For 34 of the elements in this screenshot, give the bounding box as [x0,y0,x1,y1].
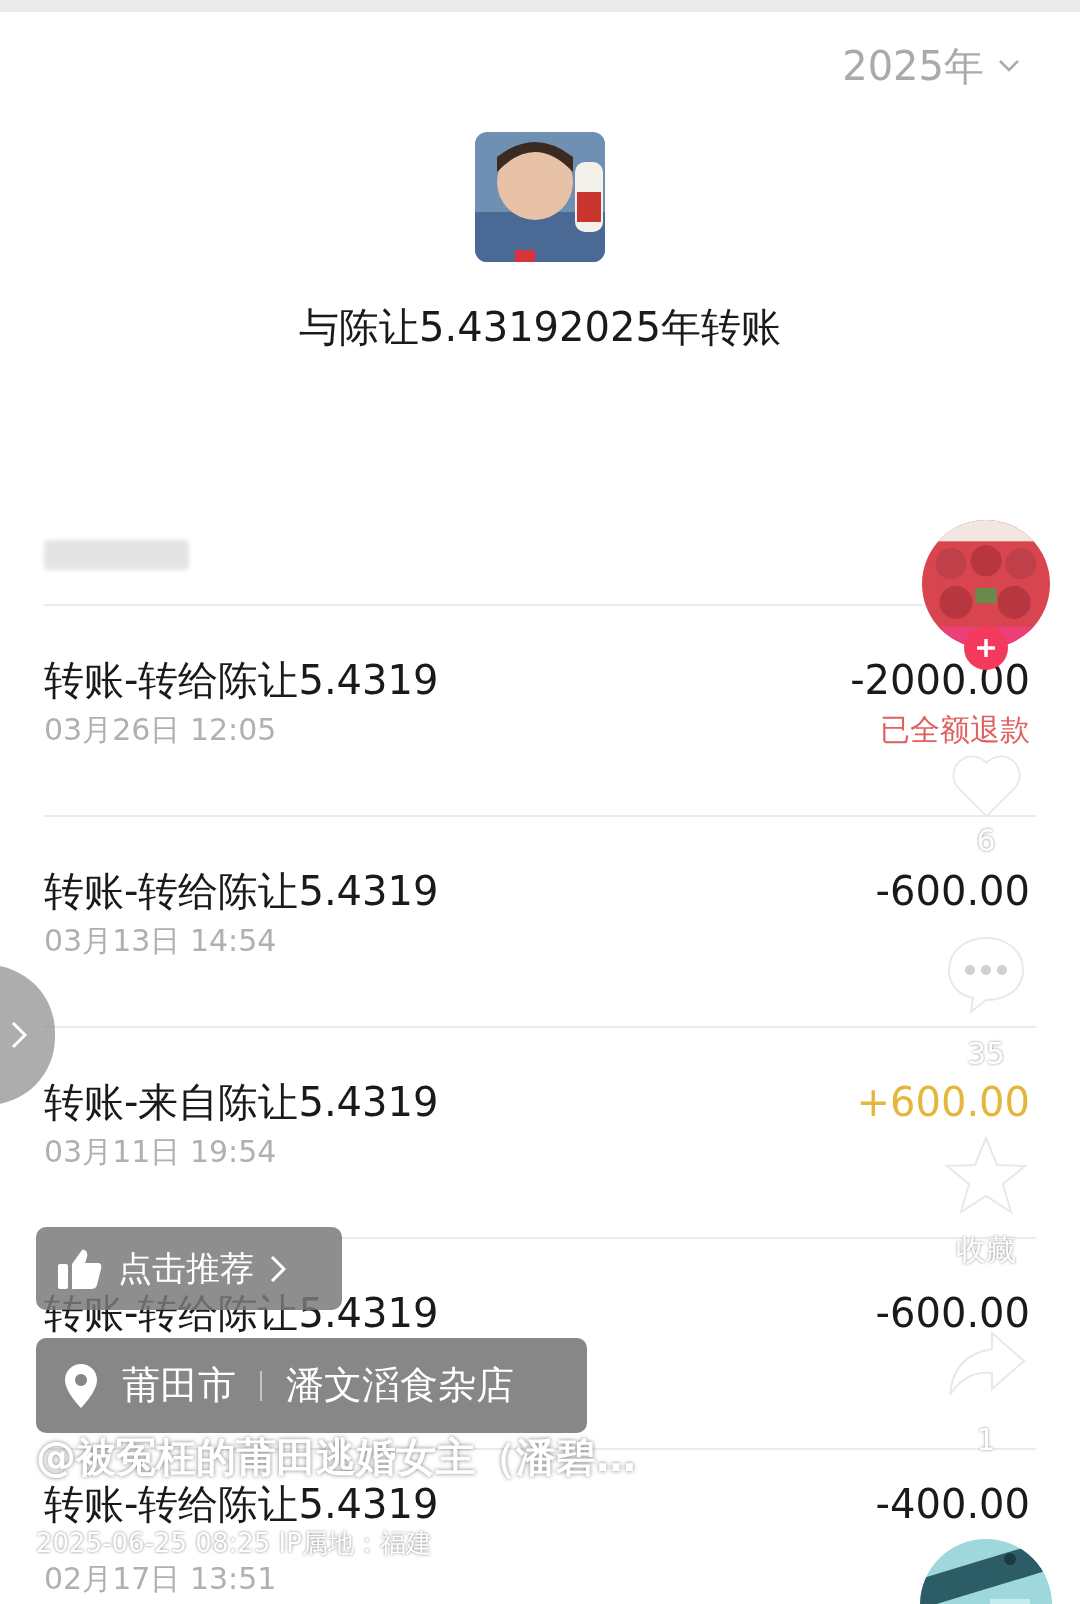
transaction-title: 转账-转给陈让5.4319 [44,1484,439,1524]
comment-count: 35 [966,1037,1006,1071]
post-timestamp: 2025-06-25 08:25 IP属地：福建 [36,1528,432,1558]
page-title: 与陈让5.43192025年转账 [299,303,781,352]
location-tag[interactable]: 莆田市 潘文滔食杂店 [36,1338,587,1433]
location-place: 潘文滔食杂店 [286,1362,514,1409]
transaction-title: 转账-转给陈让5.4319 [44,656,439,704]
author-name: @被冤枉的莆田逃婚女主（潘碧… [36,1434,636,1480]
favorite-label: 收藏 [956,1233,1016,1267]
transaction-title: 转账-来自陈让5.4319 [44,1078,439,1126]
like-count: 6 [976,824,996,858]
thumbs-up-icon [58,1248,102,1289]
comment-button[interactable] [945,934,1027,1014]
recommend-button[interactable]: 点击推荐 [36,1227,342,1310]
comment-icon [945,934,1027,1014]
transaction-date: 03月11日 19:54 [44,1134,278,1170]
location-pin-icon [64,1363,98,1408]
transaction-title: 转账-转给陈让5.4319 [44,867,439,915]
chevron-right-icon [270,1254,286,1283]
refund-status: 已全额退款 [880,712,1030,748]
chevron-down-icon [998,59,1020,73]
transaction-amount: -2000.00 [850,656,1030,704]
year-selector[interactable]: 2025年 [842,42,1020,90]
transaction-date: 03月26日 12:05 [44,712,278,748]
transaction-amount: -600.00 [875,867,1030,915]
share-count: 1 [976,1423,996,1457]
transaction-amount: -600.00 [875,1289,1030,1337]
chevron-right-icon [11,1021,27,1049]
location-city: 莆田市 [122,1362,236,1409]
transaction-amount: +600.00 [856,1078,1030,1126]
transaction-date: 03月13日 14:54 [44,923,278,959]
transaction-amount: -400.00 [875,1484,1030,1524]
plus-icon [975,637,997,659]
transaction-date: 02月17日 13:51 [44,1561,278,1597]
